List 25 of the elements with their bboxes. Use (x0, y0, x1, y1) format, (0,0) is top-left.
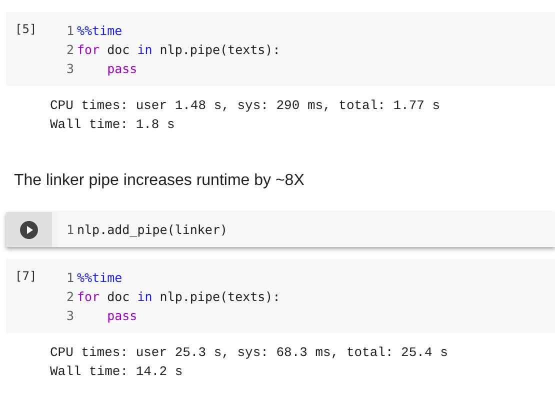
line-number: 1 (65, 22, 74, 40)
line-number: 3 (65, 307, 74, 325)
output-line: CPU times: user 25.3 s, sys: 68.3 ms, total: 25.4 s (50, 344, 449, 362)
code-cell[interactable]: 1 nlp.add_pipe(linker) (6, 212, 555, 247)
code-line: pass (106, 307, 138, 325)
code-line: %%time (77, 269, 122, 287)
line-number: 2 (65, 288, 74, 306)
markdown-text: The linker pipe increases runtime by ~8X (13, 171, 306, 191)
execution-count: [5] (15, 21, 37, 38)
line-number: 1 (65, 221, 74, 239)
output-line: Wall time: 14.2 s (50, 363, 184, 381)
code-line: pass (106, 60, 138, 78)
run-button[interactable] (20, 220, 38, 238)
line-number: 1 (65, 269, 74, 287)
code-line: nlp.add_pipe(linker) (77, 221, 228, 239)
execution-count: [7] (15, 268, 37, 285)
code-cell[interactable]: [5] 1 %%time 2 for doc in nlp.pipe(texts): 3 pass (6, 12, 555, 86)
line-number: 3 (65, 60, 74, 78)
code-line: %%time (77, 22, 122, 40)
code-cell[interactable]: [7] 1 %%time 2 for doc in nlp.pipe(texts): 3 pass (6, 259, 555, 333)
code-line: for doc in nlp.pipe(texts): (77, 288, 280, 306)
code-line: for doc in nlp.pipe(texts): (77, 41, 280, 59)
output-line: CPU times: user 1.48 s, sys: 290 ms, total: 1.77 s (50, 97, 442, 115)
line-number: 2 (65, 41, 74, 59)
output-line: Wall time: 1.8 s (50, 116, 176, 134)
